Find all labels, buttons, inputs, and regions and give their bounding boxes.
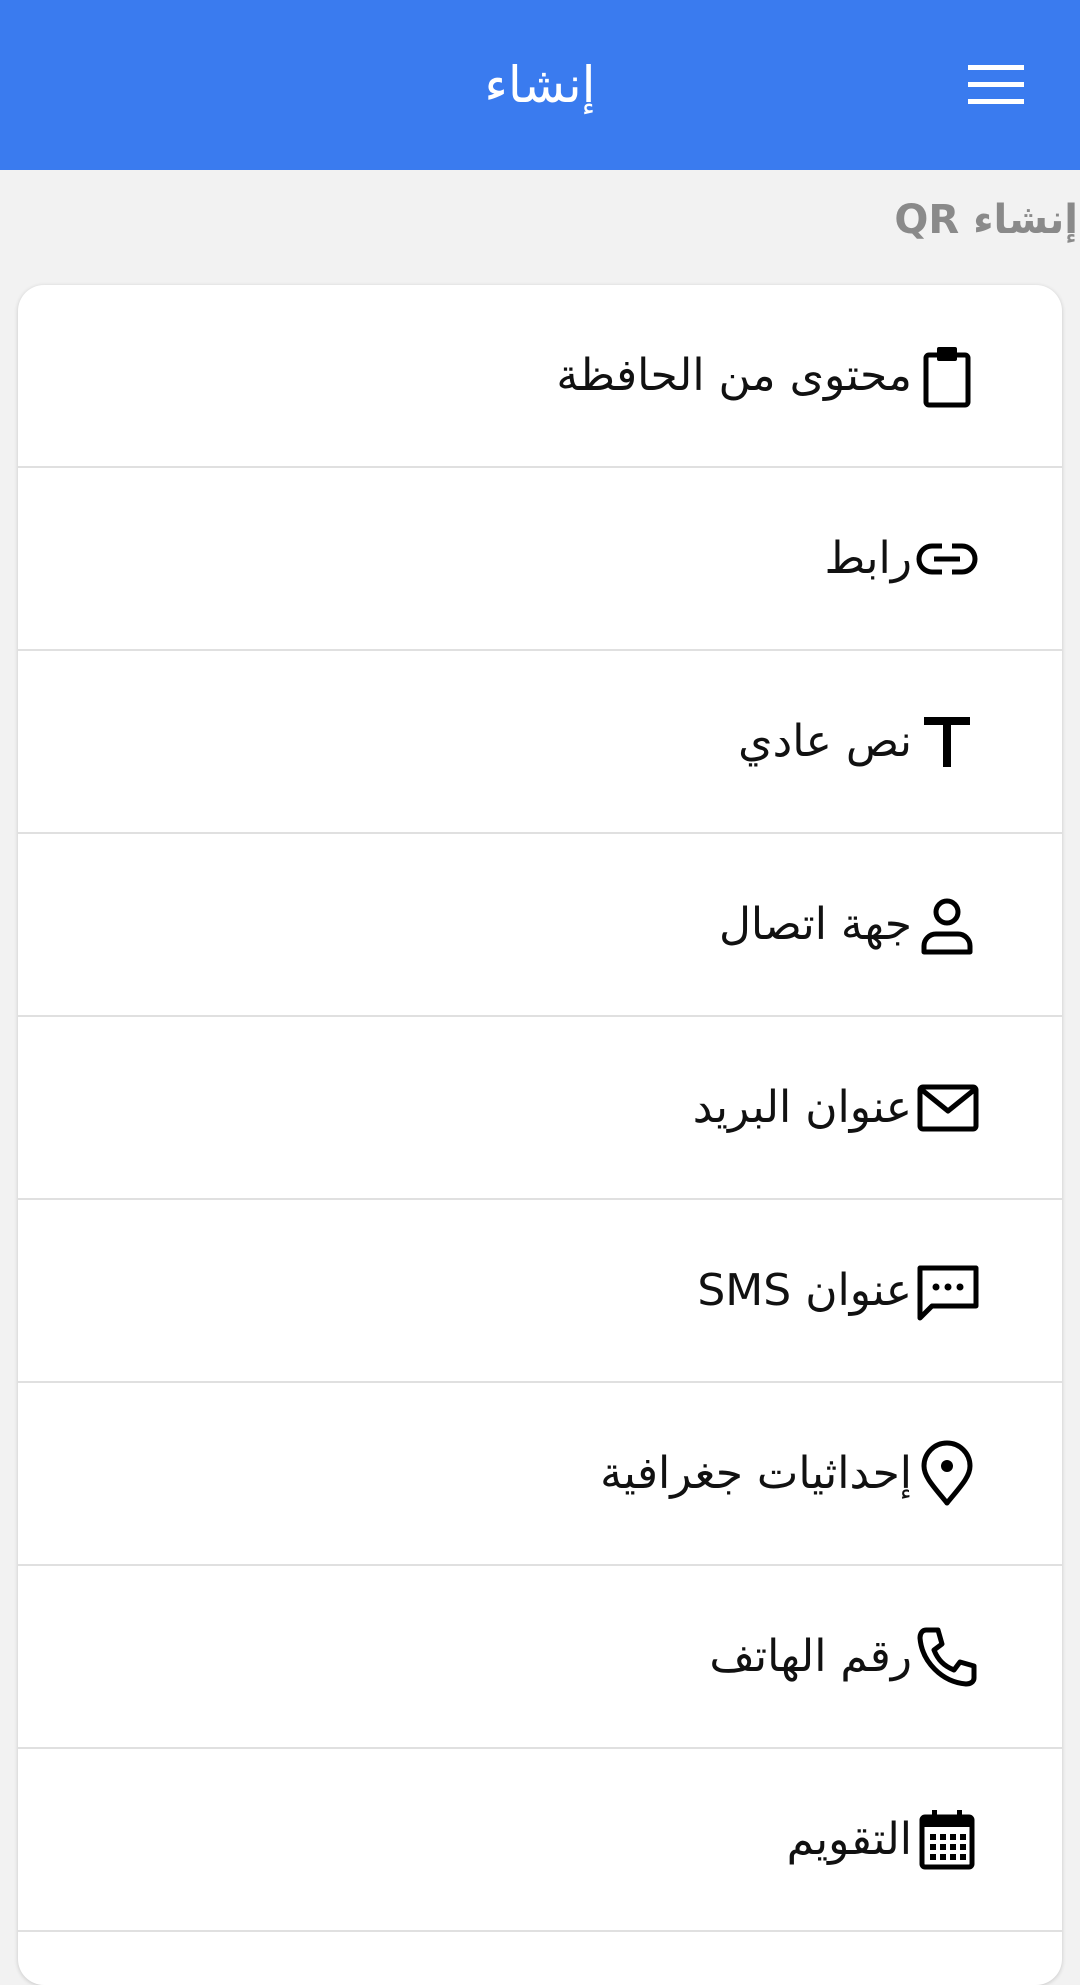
menu-button[interactable] bbox=[955, 55, 1035, 115]
create-options-card: محتوى من الحافظة رابط نص عادي جهة اتصال … bbox=[18, 285, 1062, 1985]
option-sms[interactable]: عنوان SMS bbox=[18, 1200, 1062, 1383]
sms-icon bbox=[912, 1256, 982, 1326]
phone-icon bbox=[912, 1622, 982, 1692]
option-label: رقم الهاتف bbox=[709, 1631, 912, 1682]
option-geo[interactable]: إحداثيات جغرافية bbox=[18, 1383, 1062, 1566]
option-label: التقويم bbox=[786, 1814, 912, 1865]
option-label: عنوان البريد bbox=[692, 1082, 912, 1133]
option-contact[interactable]: جهة اتصال bbox=[18, 834, 1062, 1017]
link-icon bbox=[912, 524, 982, 594]
option-label: نص عادي bbox=[738, 716, 912, 767]
option-phone[interactable]: رقم الهاتف bbox=[18, 1566, 1062, 1749]
hamburger-menu-icon bbox=[968, 65, 1024, 104]
page-title: إنشاء bbox=[484, 56, 596, 114]
app-bar: إنشاء bbox=[0, 0, 1080, 170]
calendar-icon bbox=[912, 1805, 982, 1875]
option-clipboard[interactable]: محتوى من الحافظة bbox=[18, 285, 1062, 468]
option-label: رابط bbox=[824, 533, 912, 584]
option-link[interactable]: رابط bbox=[18, 468, 1062, 651]
section-label: إنشاء QR bbox=[894, 197, 1078, 243]
text-icon bbox=[912, 707, 982, 777]
clipboard-icon bbox=[912, 341, 982, 411]
location-pin-icon bbox=[912, 1439, 982, 1509]
option-label: جهة اتصال bbox=[718, 899, 912, 950]
mail-icon bbox=[912, 1073, 982, 1143]
option-email[interactable]: عنوان البريد bbox=[18, 1017, 1062, 1200]
option-calendar[interactable]: التقويم bbox=[18, 1749, 1062, 1932]
contact-person-icon bbox=[912, 890, 982, 960]
option-label: محتوى من الحافظة bbox=[556, 350, 912, 401]
option-label: عنوان SMS bbox=[697, 1265, 912, 1316]
option-plain-text[interactable]: نص عادي bbox=[18, 651, 1062, 834]
option-label: إحداثيات جغرافية bbox=[600, 1448, 912, 1499]
